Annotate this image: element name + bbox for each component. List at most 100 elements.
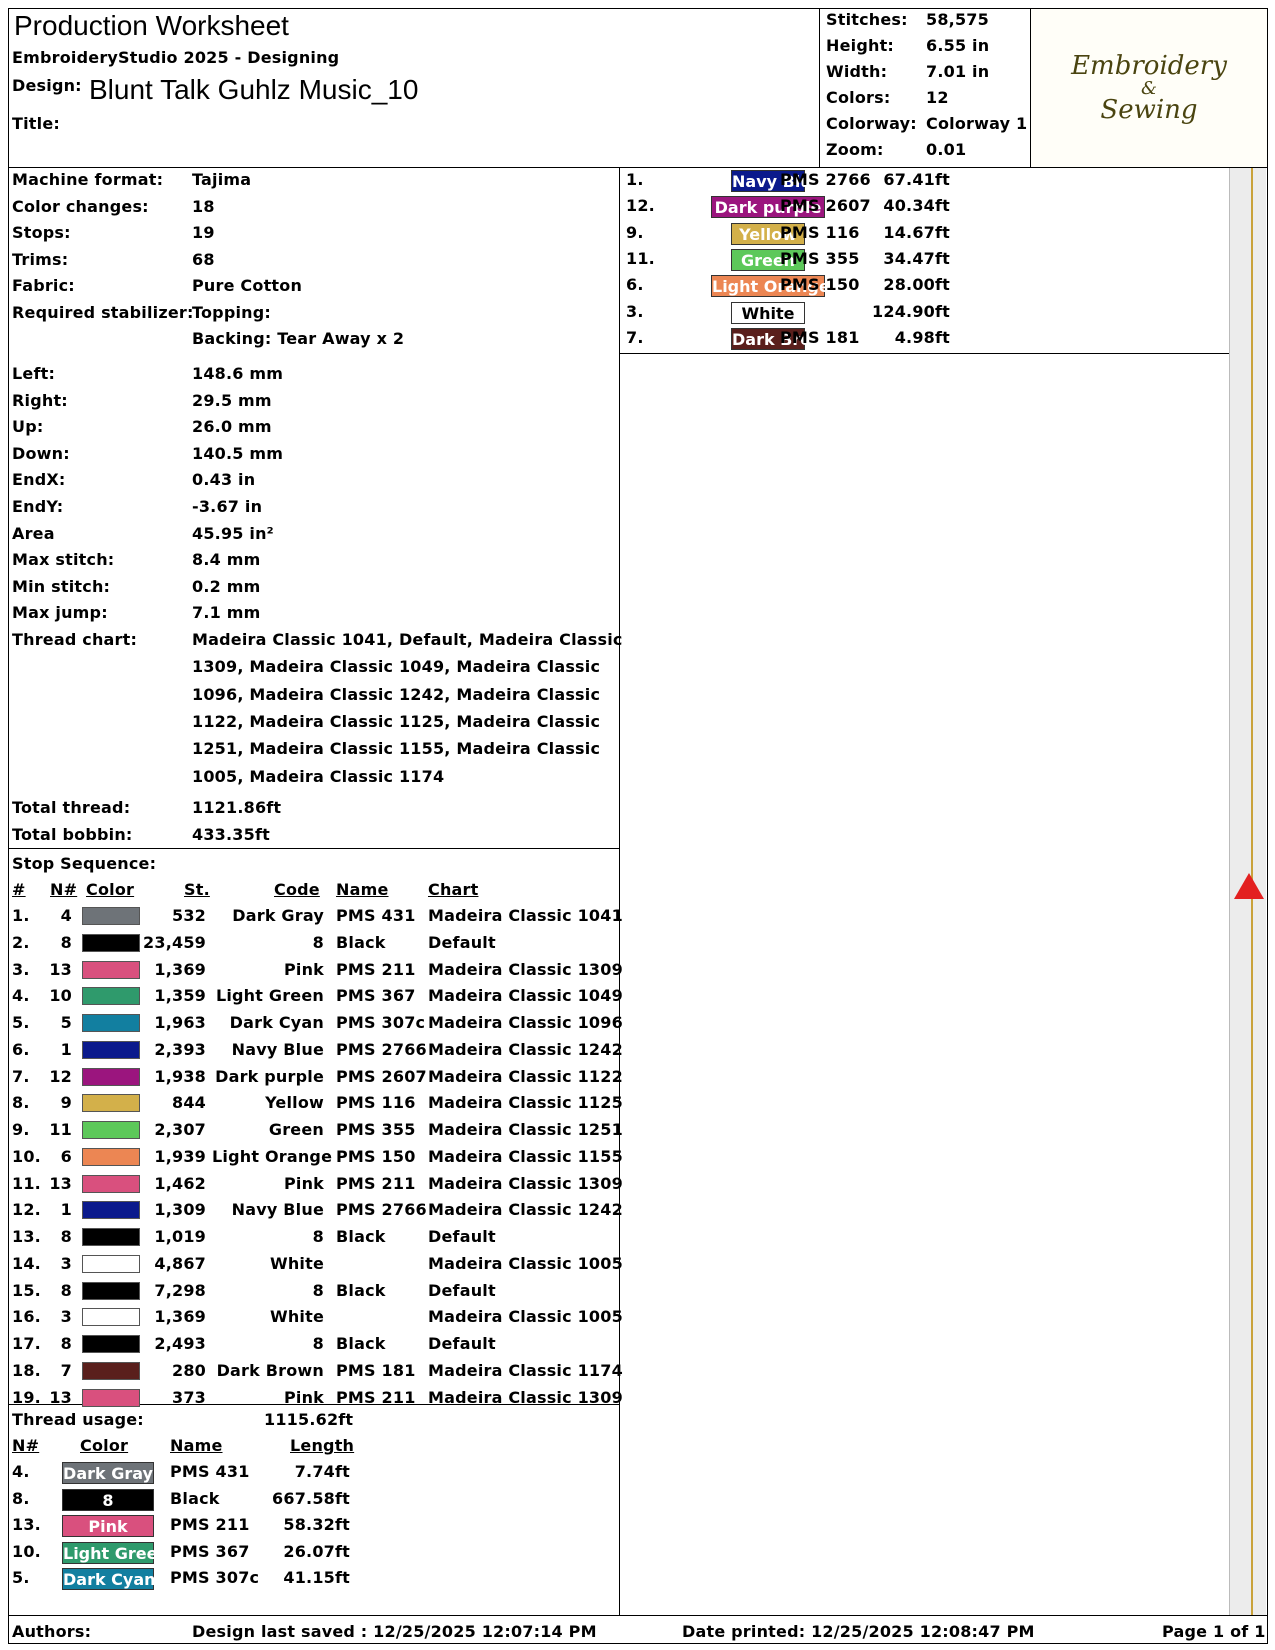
summary-value: 7.01 in [926, 62, 990, 81]
color-swatch [82, 1201, 140, 1220]
row-code: White [269, 1253, 324, 1273]
summary-value: 0.01 [926, 140, 967, 159]
table-row: 6. 1 2,393 Navy Blue PMS 2766 Madeira Classic… [0, 1039, 623, 1066]
color-chip: Light Green [62, 1541, 169, 1564]
row-needle: 10 [49, 986, 72, 1006]
total-label: Total bobbin: [12, 824, 133, 844]
row-code: Light Green [215, 986, 324, 1006]
stop-sequence-title: Stop Sequence: [12, 854, 157, 873]
software-name: EmbroideryStudio 2025 - Designing [12, 48, 340, 67]
usage-row: 7. Dark Brown PMS 181 4.98ft [620, 327, 1220, 354]
row-chart: Madeira Classic 1309 [428, 1173, 623, 1193]
row-needle: 8 [60, 1334, 72, 1353]
usage-needle: 6. [626, 275, 644, 295]
table-row: 13. 8 1,019 8 Black Default [0, 1227, 620, 1253]
row-number: 11. [12, 1173, 41, 1193]
row-number: 16. [12, 1307, 41, 1327]
row-stitches: 1,369 [154, 1307, 206, 1327]
row-chart: Madeira Classic 1242 [428, 1200, 623, 1220]
usage-length: 67.41ft [883, 170, 950, 189]
row-needle: 7 [60, 1360, 72, 1380]
dimension-label: Up: [12, 417, 44, 437]
detail-value: Pure Cotton [192, 276, 303, 295]
row-needle: 1 [60, 1200, 72, 1220]
color-chip: 8 [62, 1488, 154, 1511]
usage-row: 5. Dark Cyan PMS 307c 41.15ft [0, 1568, 620, 1594]
row-needle: 8 [60, 1280, 72, 1300]
row-name: PMS 211 [336, 1173, 416, 1193]
preview-marker-icon [1234, 873, 1264, 899]
row-code: Dark Brown [216, 1360, 324, 1380]
row-chart: Madeira Classic 1174 [428, 1360, 623, 1380]
design-label: Design: [12, 76, 82, 95]
dimension-value: -3.67 in [192, 497, 263, 516]
usage-length: 34.47ft [883, 248, 950, 268]
footer-divider [8, 1615, 1268, 1616]
detail-value: Topping: [192, 302, 272, 322]
row-number: 2. [12, 932, 30, 952]
row-chart: Madeira Classic 1309 [428, 1387, 623, 1407]
usage-length: 7.74ft [294, 1462, 350, 1481]
logo-line-3: Sewing [1100, 95, 1198, 125]
usage-needle: 9. [626, 222, 644, 242]
usage-row: 12. Dark purple PMS 2607 40.34ft [620, 196, 1220, 222]
row-number: 12. [12, 1200, 41, 1220]
detail-value: 19 [192, 223, 215, 242]
usage-needle: 10. [12, 1541, 41, 1561]
color-swatch [82, 987, 140, 1006]
dimension-value: 140.5 mm [192, 443, 284, 463]
row-name: PMS 355 [336, 1120, 416, 1139]
usage-name: PMS 431 [170, 1462, 250, 1481]
color-swatch [82, 1254, 140, 1273]
table-row: 8. 9 844 Yellow PMS 116 Madeira Classic 1125 [0, 1093, 623, 1119]
summary-label: Zoom: [826, 140, 884, 159]
row-number: 14. [12, 1253, 41, 1273]
row-chart: Madeira Classic 1005 [428, 1307, 623, 1327]
row-chart: Madeira Classic 1309 [428, 959, 623, 979]
dimension-label: EndY: [12, 497, 64, 516]
row-code: Navy Blue [231, 1039, 324, 1059]
row-stitches: 2,307 [154, 1120, 206, 1139]
usage-header-color: Color [80, 1436, 129, 1455]
row-number: 6. [12, 1039, 30, 1059]
usage-length: 14.67ft [883, 222, 950, 242]
detail-label: Fabric: [12, 276, 75, 295]
row-code: Pink [283, 959, 324, 979]
summary-value: 58,575 [926, 10, 989, 29]
row-code: Green [268, 1120, 324, 1139]
row-chart: Madeira Classic 1096 [428, 1013, 623, 1032]
row-code: Pink [283, 1387, 324, 1407]
table-row: 3. 13 1,369 Pink PMS 211 Madeira Classic 1309 [0, 959, 623, 986]
usage-name: PMS 367 [170, 1541, 250, 1561]
summary-label: Stitches: [826, 10, 908, 29]
usage-name: PMS 211 [170, 1515, 250, 1534]
logo: Embroidery & Sewing [1031, 9, 1267, 167]
color-swatch [82, 1147, 140, 1166]
row-name: Black [336, 1227, 386, 1246]
thread-chart-label: Thread chart: [12, 630, 138, 649]
row-stitches: 373 [172, 1387, 206, 1407]
usage-header-n: N# [12, 1436, 40, 1455]
row-stitches: 280 [172, 1360, 206, 1380]
usage-length: 41.15ft [283, 1568, 350, 1587]
usage-header-name: Name [170, 1436, 223, 1455]
detail-label: Machine format: [12, 170, 164, 189]
usage-name: PMS 2607 [780, 196, 871, 216]
color-chip: Dark Cyan [62, 1568, 156, 1590]
usage-length: 124.90ft [872, 301, 950, 321]
row-number: 7. [12, 1066, 30, 1086]
color-swatch [82, 1121, 140, 1139]
row-name: Black [336, 1280, 386, 1300]
logo-line-1: Embroidery [1071, 51, 1227, 81]
row-name: PMS 367 [336, 986, 416, 1006]
design-name: Blunt Talk Guhlz Music_10 [89, 74, 419, 105]
table-row: 15. 8 7,298 8 Black Default [0, 1281, 620, 1307]
footer-authors: Authors: [12, 1622, 92, 1641]
row-name: PMS 2607 [336, 1066, 427, 1086]
usage-needle: 7. [626, 327, 644, 347]
usage-needle: 11. [626, 248, 655, 268]
summary-value: 6.55 in [926, 36, 990, 55]
stop-sequence-header: # N# Color St. Code Name Chart [0, 880, 620, 904]
usage-needle: 5. [12, 1568, 30, 1587]
color-swatch [82, 1067, 140, 1086]
